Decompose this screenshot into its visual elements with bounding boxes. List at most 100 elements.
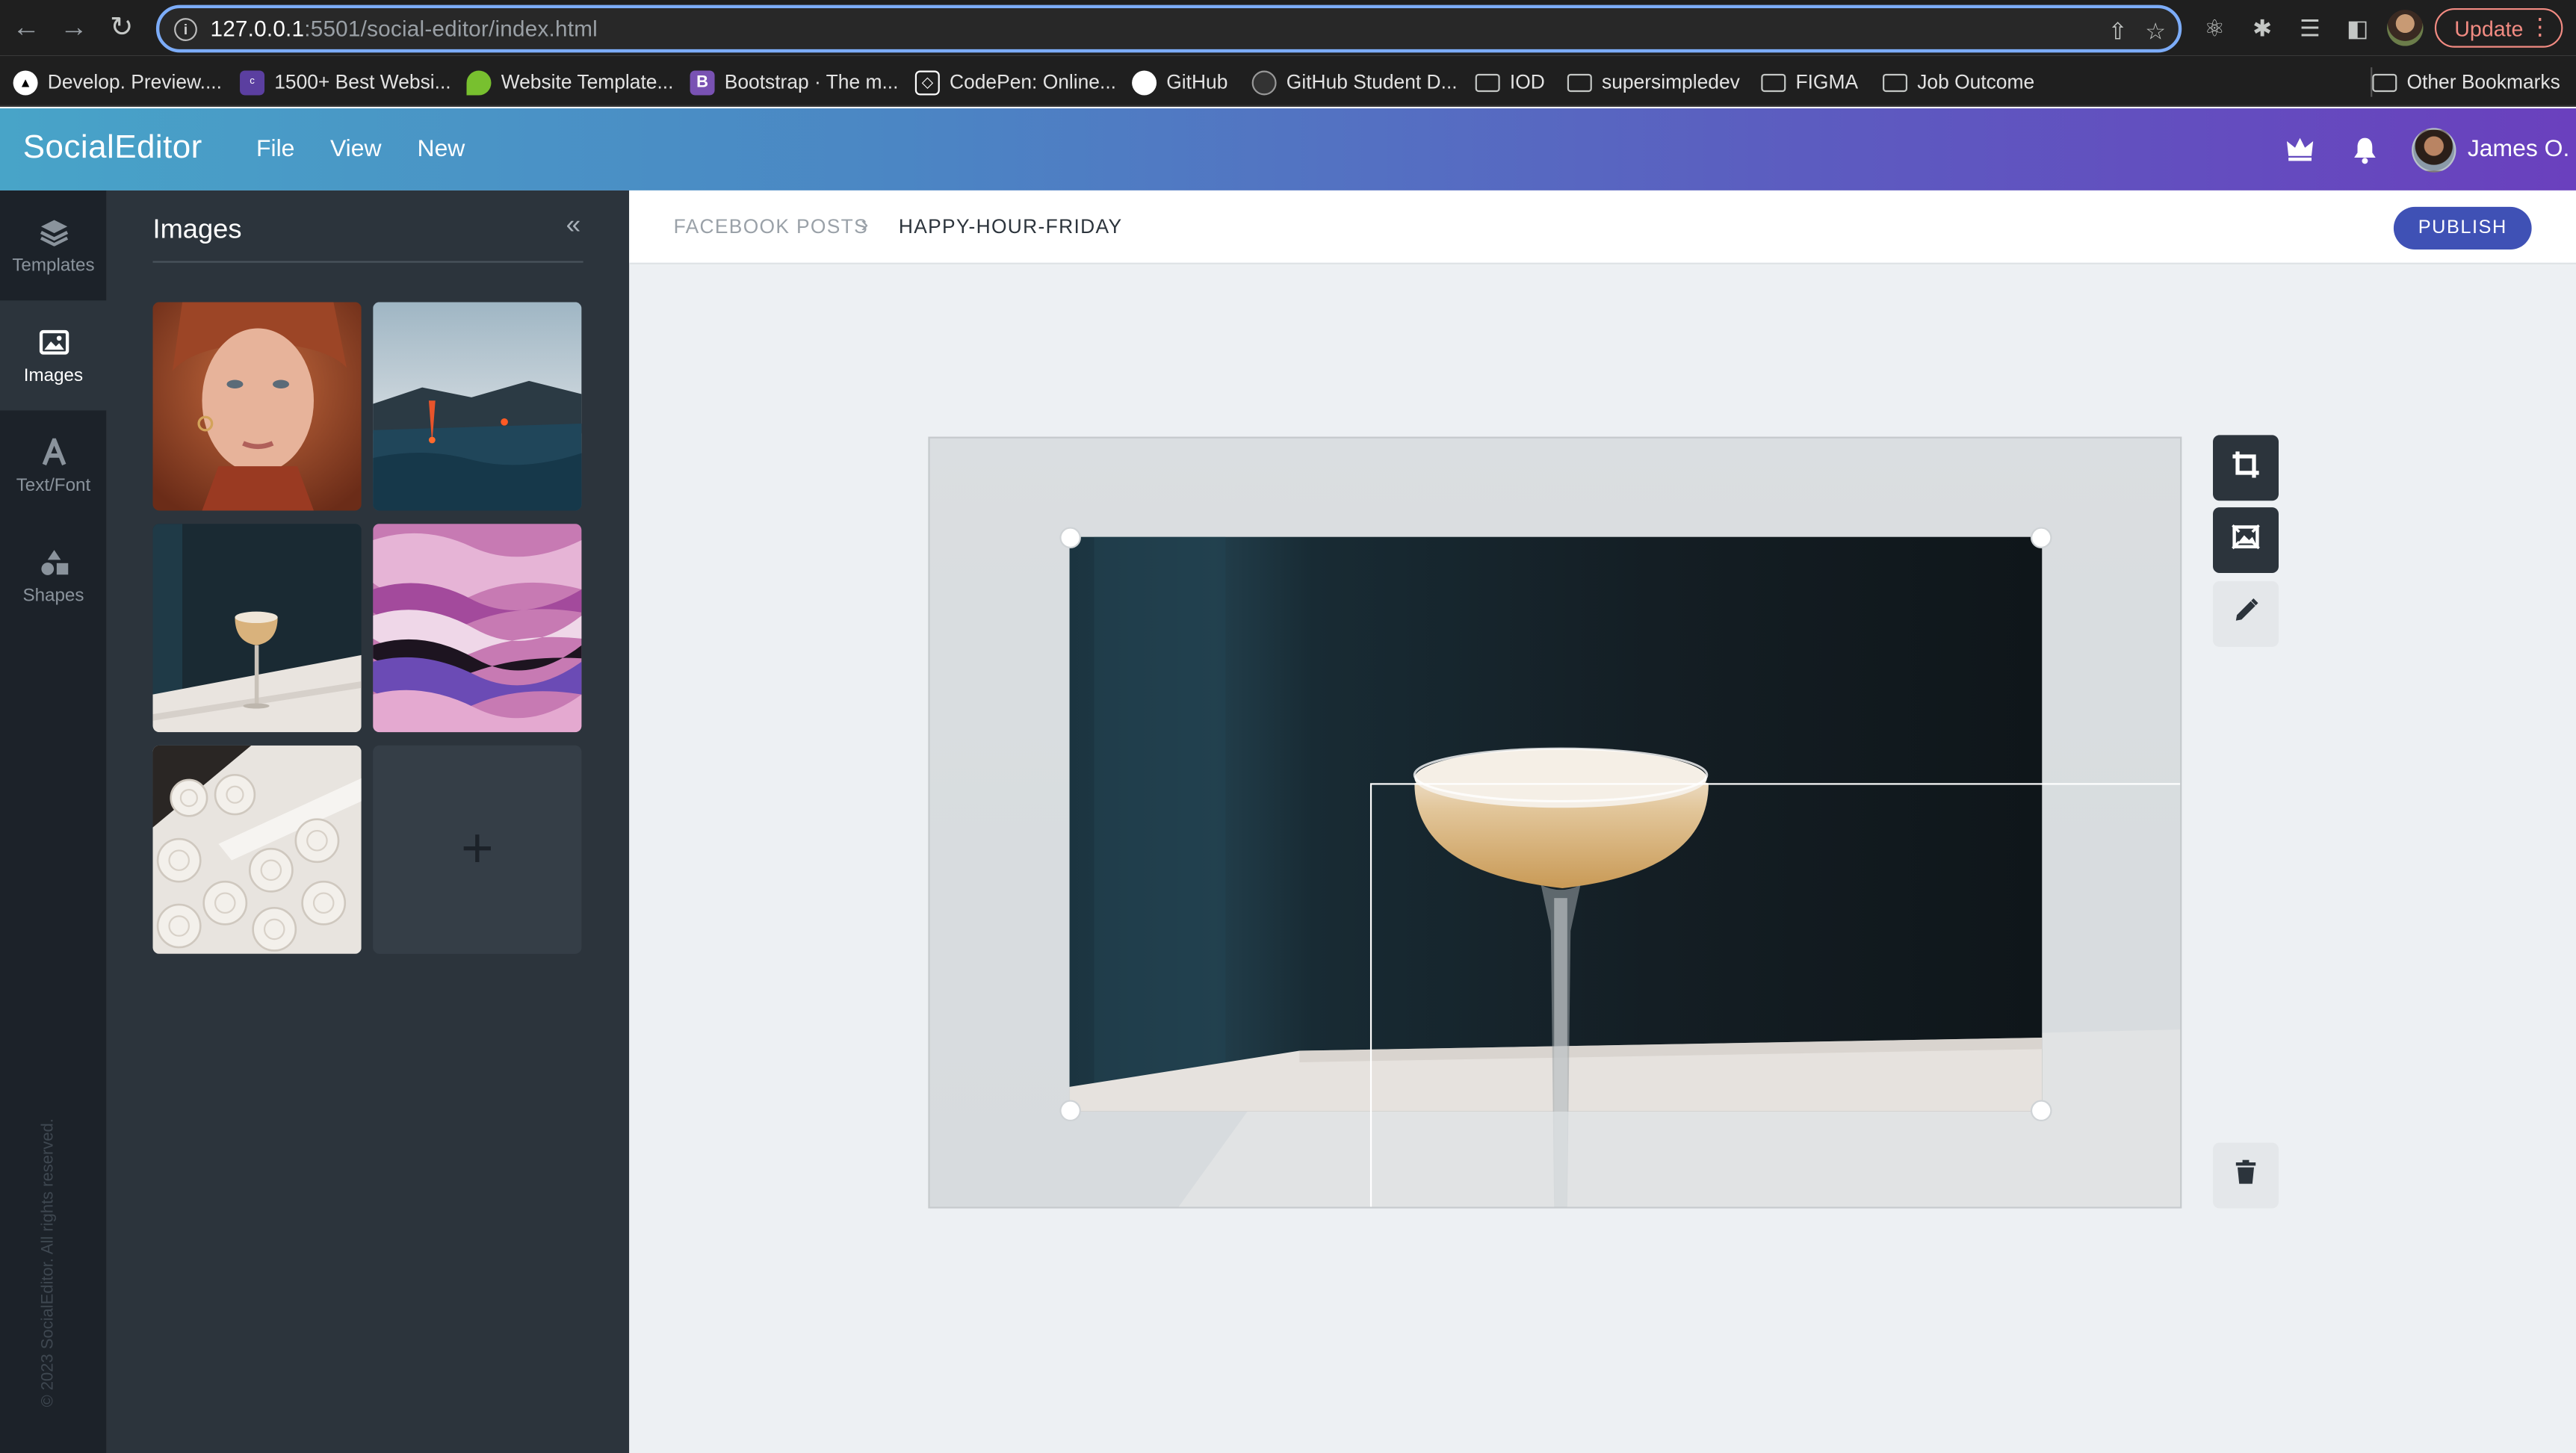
react-devtools-icon[interactable]: ⚛ xyxy=(2196,10,2232,46)
bookmark-item[interactable]: ◇ CodePen: Online... xyxy=(914,67,1117,97)
bookmark-item[interactable]: GitHub Student D... xyxy=(1251,67,1458,97)
folder-icon xyxy=(1567,72,1592,91)
panel-title: Images xyxy=(152,214,242,245)
more-menu-icon[interactable]: ⋮ xyxy=(2528,13,2551,41)
image-thumb-portrait[interactable] xyxy=(152,302,362,511)
user-avatar[interactable] xyxy=(2412,128,2456,173)
menu-file[interactable]: File xyxy=(256,136,294,162)
bookmark-item[interactable]: GitHub xyxy=(1132,67,1227,97)
share-icon[interactable]: ⇧ xyxy=(2103,16,2133,46)
image-thumb-purple-marble[interactable] xyxy=(373,524,582,733)
replace-image-button[interactable] xyxy=(2213,507,2279,574)
resize-handle-bottom-right[interactable] xyxy=(2030,1100,2052,1122)
pencil-icon xyxy=(2232,597,2258,631)
edit-button[interactable] xyxy=(2213,581,2279,647)
breadcrumb: FACEBOOK POSTS › HAPPY-HOUR-FRIDAY PUBLI… xyxy=(629,190,2576,264)
address-bar[interactable]: i 127.0.0.1:5501/social-editor/index.htm… xyxy=(155,4,2182,53)
bookmark-star-icon[interactable]: ☆ xyxy=(2140,16,2170,46)
copyright-text: © 2023 SocialEditor. All rights reserved… xyxy=(39,1118,58,1407)
delete-button[interactable] xyxy=(2213,1142,2279,1209)
bookmark-item[interactable]: B Bootstrap · The m... xyxy=(690,67,899,97)
url-text[interactable]: 127.0.0.1:5501/social-editor/index.html xyxy=(210,16,598,41)
bookmark-label: GitHub Student D... xyxy=(1286,70,1458,94)
crop-button[interactable] xyxy=(2213,435,2279,501)
url-path: :5501/social-editor/index.html xyxy=(304,16,598,41)
profile-avatar[interactable] xyxy=(2387,10,2424,46)
media-queue-icon[interactable]: ☰ xyxy=(2292,10,2328,46)
bookmark-label: IOD xyxy=(1509,70,1545,94)
resize-handle-top-right[interactable] xyxy=(2030,527,2052,549)
bookmark-label: GitHub xyxy=(1166,70,1228,94)
layers-icon xyxy=(37,216,69,249)
extensions-puzzle-icon[interactable]: ✱ xyxy=(2244,10,2280,46)
brand-logo[interactable]: SocialEditor xyxy=(23,130,202,168)
site-info-icon[interactable]: i xyxy=(174,17,197,40)
bookmark-label: Other Bookmarks xyxy=(2406,70,2560,94)
add-image-button[interactable]: + xyxy=(373,745,582,954)
image-thumb-cocktail[interactable] xyxy=(152,524,362,733)
selection-frame[interactable] xyxy=(1369,783,2181,1207)
app-header: SocialEditor File View New James O. xyxy=(0,108,2576,190)
collapse-panel-icon[interactable]: « xyxy=(560,212,586,240)
bookmark-label: Website Template... xyxy=(501,70,674,94)
triangle-logo-icon: ▲ xyxy=(13,69,38,95)
trash-icon xyxy=(2235,1159,2258,1193)
bookmark-folder[interactable]: Job Outcome xyxy=(1883,67,2034,97)
rail-label: Text/Font xyxy=(16,475,91,495)
menu-view[interactable]: View xyxy=(330,136,382,162)
crop-icon xyxy=(2231,449,2261,487)
image-icon xyxy=(37,326,69,359)
codepen-logo-icon: ◇ xyxy=(914,69,940,95)
resize-handle-bottom-left[interactable] xyxy=(1059,1100,1081,1122)
update-label: Update xyxy=(2454,15,2524,40)
rail-item-templates[interactable]: Templates xyxy=(0,190,107,300)
leaf-logo-icon xyxy=(466,69,492,95)
github-logo-icon xyxy=(1251,69,1277,95)
rail-label: Shapes xyxy=(22,585,84,605)
bookmarks-bar: ▲ Develop. Preview.... c 1500+ Best Websi.… xyxy=(0,55,2576,107)
bell-icon[interactable] xyxy=(2350,134,2380,164)
forward-icon[interactable]: → xyxy=(55,8,94,48)
publish-button[interactable]: PUBLISH xyxy=(2393,206,2532,250)
github-logo-icon xyxy=(1132,69,1157,95)
rail-item-images[interactable]: Images xyxy=(0,300,107,411)
bookmark-label: Develop. Preview.... xyxy=(47,70,222,94)
user-name[interactable]: James O. xyxy=(2468,136,2569,162)
browser-toolbar: ← → ↻ i 127.0.0.1:5501/social-editor/ind… xyxy=(0,0,2576,56)
bookmark-label: FIGMA xyxy=(1795,70,1859,94)
update-button[interactable]: Update ⋮ xyxy=(2434,7,2563,48)
text-icon xyxy=(37,436,69,469)
editor-main: FACEBOOK POSTS › HAPPY-HOUR-FRIDAY PUBLI… xyxy=(629,190,2576,1453)
bookmark-label: supersimpledev xyxy=(1602,70,1740,94)
menu-new[interactable]: New xyxy=(418,136,465,162)
side-panel-icon[interactable]: ◧ xyxy=(2339,10,2375,46)
panel-divider xyxy=(152,261,583,263)
rail-item-shapes[interactable]: Shapes xyxy=(0,521,107,631)
bookmark-folder[interactable]: IOD xyxy=(1475,67,1545,97)
rail-label: Images xyxy=(23,365,84,385)
rail-item-text-font[interactable]: Text/Font xyxy=(0,410,107,520)
reload-icon[interactable]: ↻ xyxy=(102,8,141,48)
crown-icon[interactable] xyxy=(2285,134,2315,164)
resize-handle-top-left[interactable] xyxy=(1059,527,1081,549)
bookmark-label: Bootstrap · The m... xyxy=(724,70,899,94)
plus-icon: + xyxy=(460,817,494,880)
bookmark-label: Job Outcome xyxy=(1917,70,2035,94)
image-thumb-lava-ocean[interactable] xyxy=(373,302,582,511)
replace-image-icon xyxy=(2231,523,2261,557)
bookmark-item[interactable]: ▲ Develop. Preview.... xyxy=(13,67,222,97)
design-canvas[interactable] xyxy=(928,436,2182,1209)
bookmark-folder[interactable]: supersimpledev xyxy=(1567,67,1740,97)
bookmark-label: CodePen: Online... xyxy=(950,70,1117,94)
screen: ← → ↻ i 127.0.0.1:5501/social-editor/ind… xyxy=(0,0,2576,1453)
breadcrumb-parent[interactable]: FACEBOOK POSTS xyxy=(674,215,868,238)
back-icon[interactable]: ← xyxy=(7,8,46,48)
folder-icon xyxy=(1761,72,1786,91)
image-thumb-meringues[interactable] xyxy=(152,745,362,954)
bootstrap-logo-icon: B xyxy=(690,69,715,95)
bookmark-item[interactable]: c 1500+ Best Websi... xyxy=(240,67,451,97)
bookmark-folder[interactable]: FIGMA xyxy=(1761,67,1858,97)
folder-icon xyxy=(2372,72,2397,91)
bookmark-item[interactable]: Website Template... xyxy=(466,67,674,97)
other-bookmarks-folder[interactable]: Other Bookmarks xyxy=(2371,67,2560,97)
